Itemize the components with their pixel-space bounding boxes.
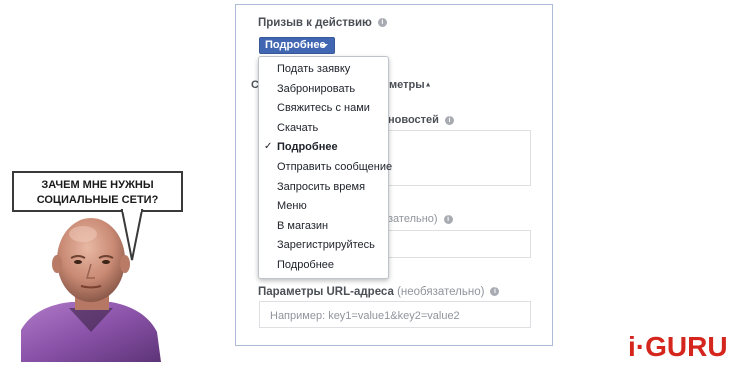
menu-item[interactable]: Подробнее bbox=[277, 141, 338, 153]
iguru-logo: i·GURU bbox=[628, 331, 728, 362]
caret-up-icon: ▲ bbox=[424, 81, 432, 89]
menu-item[interactable]: Меню bbox=[277, 200, 307, 212]
checkmark-icon: ✓ bbox=[264, 141, 273, 152]
advanced-params-fragment: метры bbox=[389, 79, 425, 91]
speech-bubble-tail bbox=[120, 208, 144, 261]
menu-item[interactable]: Зарегистрируйтесь bbox=[277, 239, 375, 251]
menu-item[interactable]: Скачать bbox=[277, 122, 318, 134]
info-icon[interactable]: i bbox=[377, 18, 387, 28]
url-params-input[interactable]: Например: key1=value1&key2=value2 bbox=[259, 301, 531, 328]
menu-item[interactable]: Запросить время bbox=[277, 181, 365, 193]
menu-item[interactable]: Свяжитесь с нами bbox=[277, 102, 370, 114]
caret-down-icon bbox=[320, 44, 328, 48]
cta-label-row: Призыв к действию i bbox=[258, 17, 387, 29]
speech-line-1: ЗАЧЕМ МНЕ НУЖНЫ bbox=[41, 179, 154, 191]
speech-bubble-text: ЗАЧЕМ МНЕ НУЖНЫ СОЦИАЛЬНЫЕ СЕТИ? bbox=[14, 178, 181, 208]
cta-button-label: Подробнее bbox=[265, 39, 326, 51]
url-params-label: Параметры URL-адреса bbox=[258, 286, 394, 298]
optional-label-row: зательно) i bbox=[388, 213, 453, 225]
cta-dropdown-button[interactable]: Подробнее bbox=[259, 37, 335, 54]
news-label-fragment: новостей bbox=[388, 114, 439, 126]
url-params-label-row: Параметры URL-адреса (необязательно) i bbox=[258, 286, 500, 298]
speech-bubble: ЗАЧЕМ МНЕ НУЖНЫ СОЦИАЛЬНЫЕ СЕТИ? bbox=[12, 171, 183, 212]
info-icon[interactable]: i bbox=[490, 287, 500, 297]
menu-item[interactable]: Отправить сообщение bbox=[277, 161, 392, 173]
url-params-placeholder: Например: key1=value1&key2=value2 bbox=[270, 310, 460, 322]
menu-item[interactable]: Подробнее bbox=[277, 259, 334, 271]
menu-item[interactable]: Забронировать bbox=[277, 83, 355, 95]
menu-item[interactable]: В магазин bbox=[277, 220, 328, 232]
cta-label: Призыв к действию bbox=[258, 17, 372, 29]
menu-item[interactable]: Подать заявку bbox=[277, 63, 350, 75]
info-icon[interactable]: i bbox=[443, 214, 453, 224]
advanced-params-link[interactable]: метры▲ bbox=[389, 79, 432, 91]
news-label-row: новостей i bbox=[388, 114, 454, 126]
speech-line-2: СОЦИАЛЬНЫЕ СЕТИ? bbox=[36, 194, 159, 206]
url-params-optional: (необязательно) bbox=[397, 286, 485, 298]
optional-label-fragment: зательно) bbox=[388, 213, 438, 225]
info-icon[interactable]: i bbox=[444, 115, 454, 125]
